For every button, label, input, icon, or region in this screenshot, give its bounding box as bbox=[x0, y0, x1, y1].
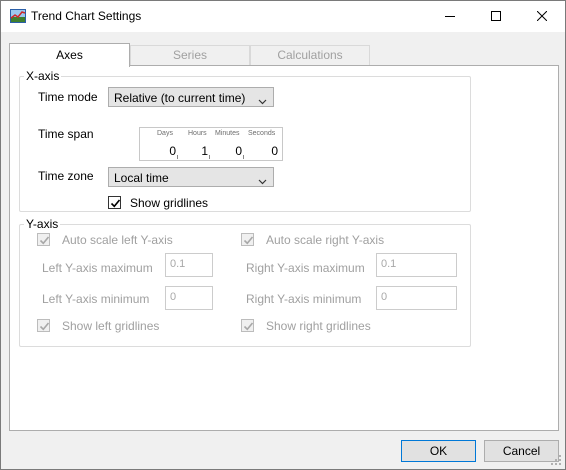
resize-grip-icon[interactable] bbox=[550, 454, 562, 466]
auto-scale-left-label: Auto scale left Y-axis bbox=[62, 233, 173, 247]
right-min-input[interactable]: 0 bbox=[376, 286, 457, 310]
checkmark-icon bbox=[110, 199, 121, 208]
show-gridlines-label: Show gridlines bbox=[130, 196, 209, 210]
days-separator bbox=[177, 155, 178, 159]
tab-calculations[interactable]: Calculations bbox=[250, 45, 370, 66]
right-min-label: Right Y-axis minimum bbox=[246, 292, 362, 306]
minimize-icon bbox=[445, 10, 455, 24]
hours-header: Hours bbox=[188, 130, 207, 137]
window-title: Trend Chart Settings bbox=[31, 9, 142, 23]
maximize-button[interactable] bbox=[473, 1, 519, 32]
time-mode-select[interactable]: Relative (to current time) bbox=[108, 87, 274, 107]
show-right-gridlines-label: Show right gridlines bbox=[266, 319, 371, 333]
y-axis-legend: Y-axis bbox=[24, 217, 61, 231]
hours-separator bbox=[209, 155, 210, 159]
dialog-window: Trend Chart Settings Axes Series Calcula… bbox=[0, 0, 566, 470]
ok-button[interactable]: OK bbox=[401, 440, 476, 462]
x-axis-legend: X-axis bbox=[24, 69, 62, 83]
left-min-placeholder: 0 bbox=[170, 291, 177, 303]
auto-scale-right-label: Auto scale right Y-axis bbox=[266, 233, 385, 247]
close-button[interactable] bbox=[519, 1, 565, 32]
chevron-down-icon bbox=[258, 174, 267, 185]
show-left-gridlines-checkbox[interactable] bbox=[37, 319, 50, 332]
left-min-input[interactable]: 0 bbox=[165, 286, 213, 310]
auto-scale-left-checkbox[interactable] bbox=[37, 233, 50, 246]
time-mode-label: Time mode bbox=[38, 90, 98, 104]
days-header: Days bbox=[157, 130, 173, 137]
time-span-label: Time span bbox=[38, 127, 94, 141]
time-zone-value: Local time bbox=[114, 171, 169, 185]
left-max-input[interactable]: 0.1 bbox=[165, 253, 213, 277]
days-value[interactable]: 0 bbox=[166, 144, 176, 158]
time-zone-select[interactable]: Local time bbox=[108, 167, 274, 187]
title-bar[interactable]: Trend Chart Settings bbox=[1, 1, 565, 32]
cancel-button[interactable]: Cancel bbox=[484, 440, 559, 462]
hours-value[interactable]: 1 bbox=[198, 144, 208, 158]
right-max-input[interactable]: 0.1 bbox=[376, 253, 457, 277]
checkmark-icon bbox=[243, 322, 254, 331]
time-mode-value: Relative (to current time) bbox=[114, 91, 246, 105]
left-min-label: Left Y-axis minimum bbox=[42, 292, 150, 306]
checkmark-icon bbox=[243, 236, 254, 245]
minutes-value[interactable]: 0 bbox=[232, 144, 242, 158]
time-span-picker[interactable]: Days Hours Minutes Seconds 0 1 0 0 bbox=[139, 127, 283, 161]
minimize-button[interactable] bbox=[427, 1, 473, 32]
chevron-down-icon bbox=[258, 94, 267, 105]
checkmark-icon bbox=[39, 322, 50, 331]
time-zone-label: Time zone bbox=[38, 169, 94, 183]
left-max-placeholder: 0.1 bbox=[170, 258, 186, 270]
axes-tab-panel: X-axis Time mode Relative (to current ti… bbox=[9, 65, 559, 431]
right-min-placeholder: 0 bbox=[381, 291, 388, 303]
close-icon bbox=[536, 10, 548, 24]
x-axis-group: X-axis Time mode Relative (to current ti… bbox=[19, 69, 471, 212]
y-axis-group: Y-axis Auto scale left Y-axis Auto scale… bbox=[19, 217, 471, 347]
maximize-icon bbox=[491, 10, 501, 24]
seconds-header: Seconds bbox=[248, 130, 276, 137]
minutes-header: Minutes bbox=[215, 130, 240, 137]
right-max-placeholder: 0.1 bbox=[381, 258, 397, 270]
seconds-value[interactable]: 0 bbox=[268, 144, 278, 158]
tab-axes[interactable]: Axes bbox=[9, 43, 130, 67]
auto-scale-right-checkbox[interactable] bbox=[241, 233, 254, 246]
minutes-separator bbox=[243, 155, 244, 159]
checkmark-icon bbox=[39, 236, 50, 245]
show-left-gridlines-label: Show left gridlines bbox=[62, 319, 160, 333]
trend-chart-app-icon bbox=[10, 9, 26, 23]
right-max-label: Right Y-axis maximum bbox=[246, 261, 365, 275]
left-max-label: Left Y-axis maximum bbox=[42, 261, 153, 275]
show-gridlines-checkbox[interactable] bbox=[108, 196, 121, 209]
show-right-gridlines-checkbox[interactable] bbox=[241, 319, 254, 332]
tab-series[interactable]: Series bbox=[130, 45, 250, 66]
